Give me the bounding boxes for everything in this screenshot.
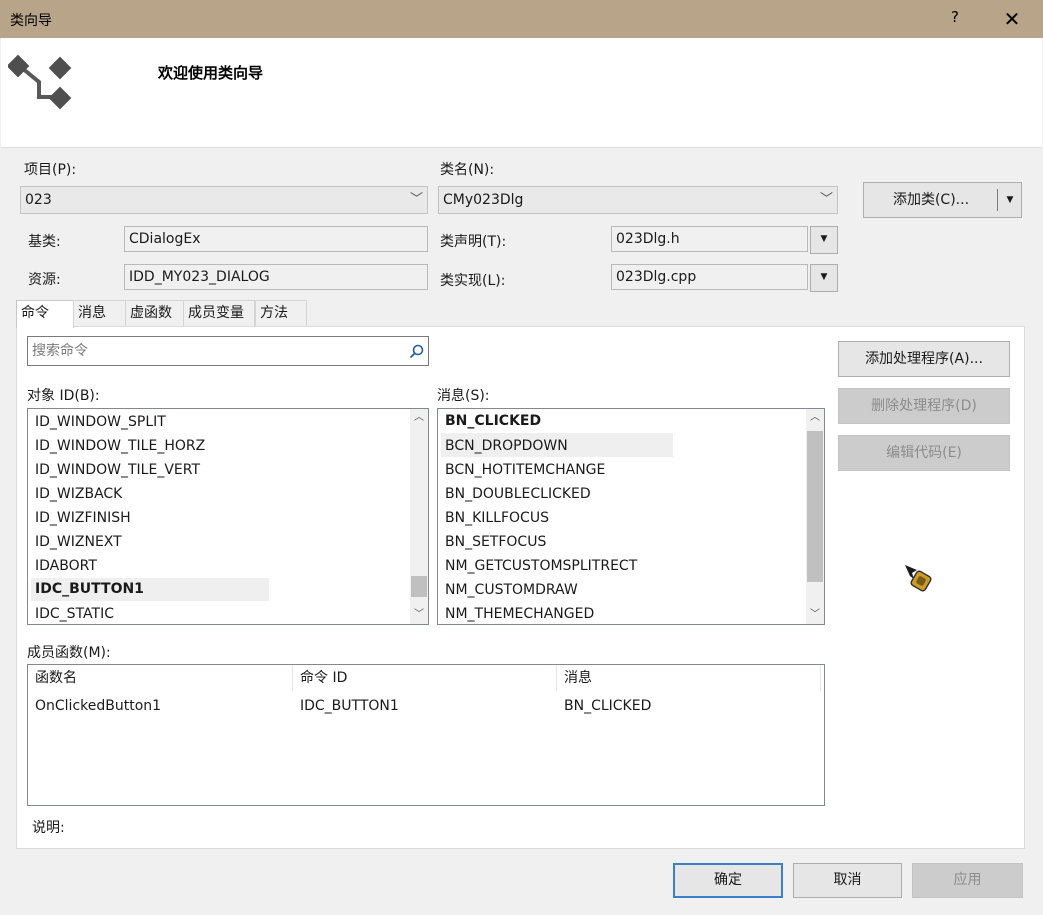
list-item[interactable]: ID_WIZFINISH xyxy=(35,506,131,530)
class-impl-label: 类实现(L): xyxy=(440,273,506,289)
list-item[interactable]: NM_GETCUSTOMSPLITRECT xyxy=(445,554,637,578)
class-decl-label: 类声明(T): xyxy=(440,234,507,250)
object-ids-list[interactable]: ID_WINDOW_SPLIT ID_WINDOW_TILE_HORZ ID_W… xyxy=(27,408,429,625)
delete-handler-button[interactable]: 删除处理程序(D) xyxy=(838,388,1010,424)
cancel-button[interactable]: 取消 xyxy=(793,863,902,898)
tab-commands[interactable]: 命令 xyxy=(16,300,74,328)
search-icon[interactable] xyxy=(409,344,424,359)
tab-virtual-functions[interactable]: 虚函数 xyxy=(125,300,187,326)
messages-label: 消息(S): xyxy=(437,388,490,404)
search-placeholder: 搜索命令 xyxy=(32,343,88,359)
class-impl-dropdown[interactable]: ▼ xyxy=(810,264,838,292)
tab-member-variables[interactable]: 成员变量 xyxy=(183,300,255,326)
list-item[interactable]: BN_DOUBLECLICKED xyxy=(445,482,591,506)
member-functions-label: 成员函数(M): xyxy=(27,645,111,661)
column-header-message[interactable]: 消息 xyxy=(557,665,821,691)
list-item[interactable]: NM_THEMECHANGED xyxy=(445,602,594,624)
scroll-thumb[interactable] xyxy=(807,431,823,582)
list-item[interactable]: ID_WINDOW_SPLIT xyxy=(35,410,166,434)
class-decl-field: 023Dlg.h xyxy=(611,226,808,252)
list-item[interactable]: IDABORT xyxy=(35,554,97,578)
classname-combo[interactable]: CMy023Dlg ﹀ xyxy=(438,186,838,214)
scroll-down-icon[interactable]: ﹀ xyxy=(806,606,824,624)
list-item[interactable]: BCN_HOTITEMCHANGE xyxy=(445,458,605,482)
title-bar xyxy=(0,0,1043,38)
list-item[interactable]: BN_SETFOCUS xyxy=(445,530,546,554)
classname-value: CMy023Dlg xyxy=(443,192,524,208)
tab-methods[interactable]: 方法 xyxy=(255,300,307,326)
table-cell[interactable]: OnClickedButton1 xyxy=(28,695,293,717)
search-input[interactable]: 搜索命令 xyxy=(27,336,429,366)
scroll-down-icon[interactable]: ﹀ xyxy=(410,606,428,624)
window-title: 类向导 xyxy=(10,13,52,29)
add-class-dropdown-icon[interactable]: ▼ xyxy=(1000,183,1020,217)
busy-cursor-icon xyxy=(905,565,932,592)
table-cell[interactable]: BN_CLICKED xyxy=(557,695,821,717)
split-divider xyxy=(997,189,998,211)
add-class-button[interactable]: 添加类(C)... ▼ xyxy=(863,182,1022,218)
list-item[interactable]: ID_WINDOW_TILE_VERT xyxy=(35,458,200,482)
object-ids-scrollbar[interactable]: ︿ ﹀ xyxy=(410,409,428,624)
project-label: 项目(P): xyxy=(24,162,77,178)
edit-code-button[interactable]: 编辑代码(E) xyxy=(838,435,1010,471)
add-class-label: 添加类(C)... xyxy=(892,192,970,208)
header-title: 欢迎使用类向导 xyxy=(158,64,264,82)
chevron-down-icon: ﹀ xyxy=(819,192,833,207)
description-label: 说明: xyxy=(32,820,65,836)
resource-label: 资源: xyxy=(28,272,61,288)
table-cell[interactable]: IDC_BUTTON1 xyxy=(293,695,557,717)
member-functions-grid[interactable]: 函数名 命令 ID 消息 OnClickedButton1 IDC_BUTTON… xyxy=(27,664,825,806)
help-button[interactable]: ? xyxy=(944,8,966,30)
class-wizard-icon xyxy=(8,54,72,110)
list-item[interactable]: BCN_DROPDOWN xyxy=(445,434,568,458)
list-item[interactable]: NM_CUSTOMDRAW xyxy=(445,578,578,602)
list-item-selected[interactable]: IDC_BUTTON1 xyxy=(35,577,144,601)
list-item[interactable]: BN_KILLFOCUS xyxy=(445,506,549,530)
scroll-thumb[interactable] xyxy=(411,576,427,597)
column-header-function[interactable]: 函数名 xyxy=(28,665,293,691)
project-combo[interactable]: 023 ﹀ xyxy=(20,186,428,214)
resource-field: IDD_MY023_DIALOG xyxy=(124,264,428,290)
apply-button[interactable]: 应用 xyxy=(912,863,1023,898)
list-item[interactable]: ID_WIZBACK xyxy=(35,482,122,506)
object-ids-label: 对象 ID(B): xyxy=(27,388,100,404)
chevron-down-icon: ﹀ xyxy=(409,192,423,207)
class-impl-field: 023Dlg.cpp xyxy=(611,264,808,290)
base-class-field: CDialogEx xyxy=(124,226,428,252)
scroll-up-icon[interactable]: ︿ xyxy=(806,409,824,427)
list-item-handled[interactable]: BN_CLICKED xyxy=(445,409,541,433)
list-item[interactable]: ID_WIZNEXT xyxy=(35,530,122,554)
messages-scrollbar[interactable]: ︿ ﹀ xyxy=(806,409,824,624)
messages-list[interactable]: BN_CLICKED BCN_DROPDOWN BCN_HOTITEMCHANG… xyxy=(437,408,825,625)
add-handler-button[interactable]: 添加处理程序(A)... xyxy=(838,341,1010,377)
list-item[interactable]: IDC_STATIC xyxy=(35,602,114,624)
ok-button[interactable]: 确定 xyxy=(673,863,783,898)
class-decl-dropdown[interactable]: ▼ xyxy=(810,226,838,254)
header-banner xyxy=(1,38,1042,148)
base-class-label: 基类: xyxy=(28,234,61,250)
column-header-command-id[interactable]: 命令 ID xyxy=(293,665,557,691)
project-value: 023 xyxy=(25,192,52,208)
close-button[interactable]: ✕ xyxy=(998,6,1026,32)
list-item[interactable]: ID_WINDOW_TILE_HORZ xyxy=(35,434,205,458)
classname-label: 类名(N): xyxy=(440,162,495,178)
scroll-up-icon[interactable]: ︿ xyxy=(410,409,428,427)
